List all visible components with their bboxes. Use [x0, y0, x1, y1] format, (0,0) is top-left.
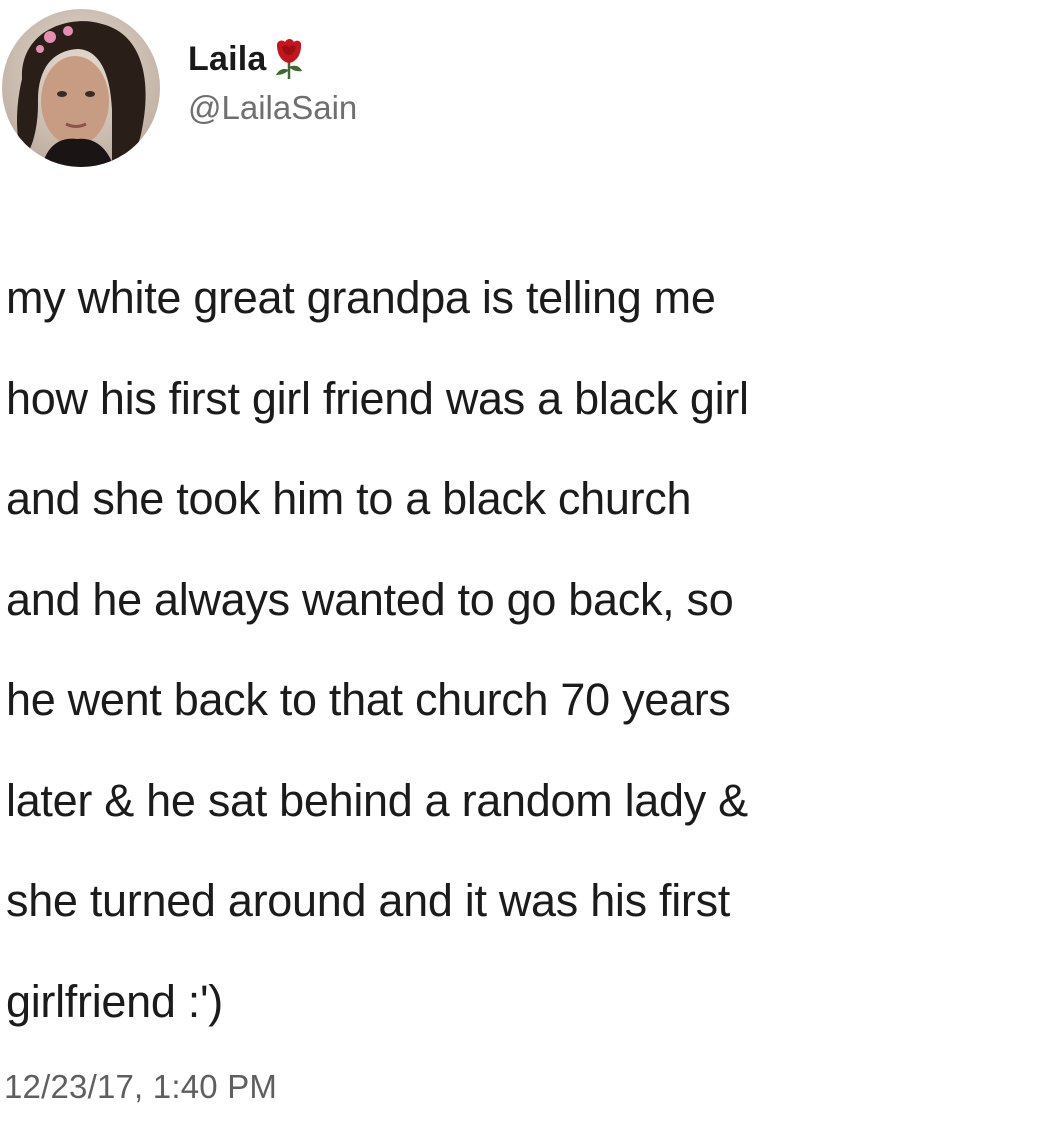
display-name[interactable]: Laila — [188, 40, 266, 79]
author-names: Laila @LailaSain — [188, 37, 357, 127]
tweet-card: Laila @LailaSain my white great grandpa … — [0, 0, 1046, 1121]
tweet-text-line: she turned around and it was his first — [6, 875, 731, 926]
tweet-text-line: my white great grandpa is telling me — [6, 272, 716, 323]
tweet-text-line: how his first girl friend was a black gi… — [6, 372, 749, 424]
tweet-header: Laila @LailaSain — [2, 8, 357, 168]
tweet-text-line: and she took him to a black church — [6, 473, 692, 524]
display-name-row: Laila — [188, 37, 357, 81]
rose-icon — [272, 37, 306, 81]
tweet-text: my white great grandpa is telling me how… — [6, 248, 1042, 1052]
tweet-text-line: later & he sat behind a random lady & — [6, 774, 748, 826]
tweet-text-line: girlfriend :') — [6, 975, 223, 1027]
tweet-text-line: and he always wanted to go back, so — [6, 573, 734, 625]
tweet-text-line: he went back to that church 70 years — [6, 674, 731, 725]
timestamp[interactable]: 12/23/17, 1:40 PM — [4, 1068, 277, 1106]
handle[interactable]: @LailaSain — [188, 89, 357, 127]
avatar[interactable] — [2, 9, 160, 167]
avatar-image — [2, 9, 160, 167]
